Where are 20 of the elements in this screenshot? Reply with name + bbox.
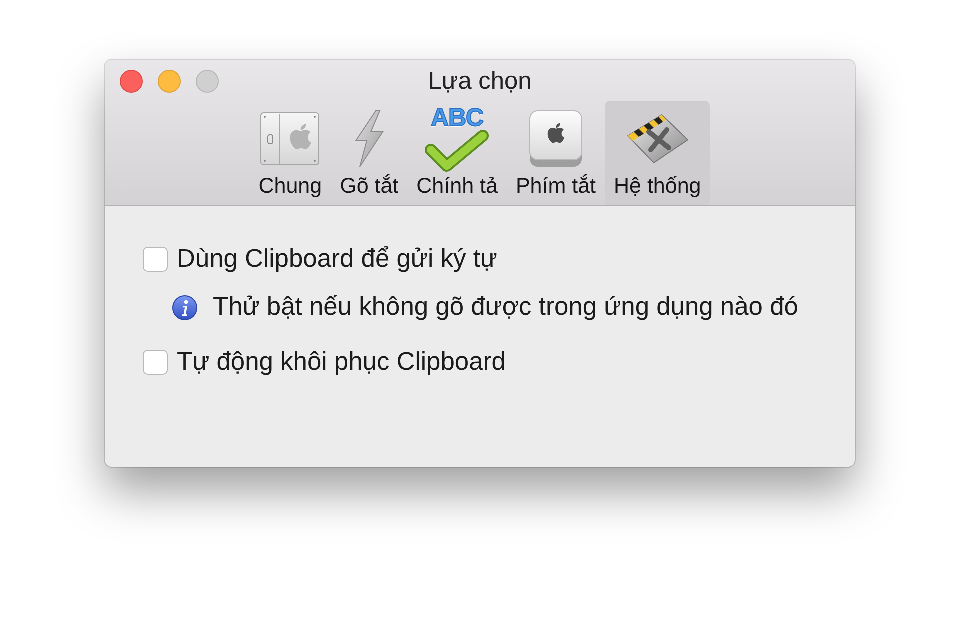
- hazard-plate-icon: [624, 112, 691, 166]
- hint-text: Thử bật nếu không gõ được trong ứng dụng nào đó: [213, 293, 798, 322]
- info-icon: [172, 294, 198, 320]
- toolbar-tab[interactable]: Hệ thống: [605, 101, 710, 205]
- icon-label: ABC: [430, 106, 484, 130]
- window-title: Lựa chọn: [428, 66, 532, 96]
- zoom-button[interactable]: [196, 70, 219, 93]
- close-button[interactable]: [120, 70, 143, 93]
- checkbox[interactable]: [143, 350, 168, 375]
- checkbox-label[interactable]: Dùng Clipboard để gửi ký tự: [177, 245, 498, 274]
- hardware-panel-icon: [260, 112, 320, 166]
- toolbar-tab[interactable]: Phím tắt: [506, 101, 605, 205]
- minimize-button[interactable]: [158, 70, 181, 93]
- toolbar-tab[interactable]: ABC Chính tả: [408, 101, 507, 205]
- toolbar-tab[interactable]: Gõ tắt: [331, 101, 408, 205]
- toolbar-tab[interactable]: Chung: [250, 101, 332, 205]
- key-icon: [528, 110, 584, 168]
- checkbox-label[interactable]: Tự động khôi phục Clipboard: [177, 348, 506, 377]
- checkbox[interactable]: [143, 247, 168, 272]
- checkmark-icon: [425, 130, 490, 172]
